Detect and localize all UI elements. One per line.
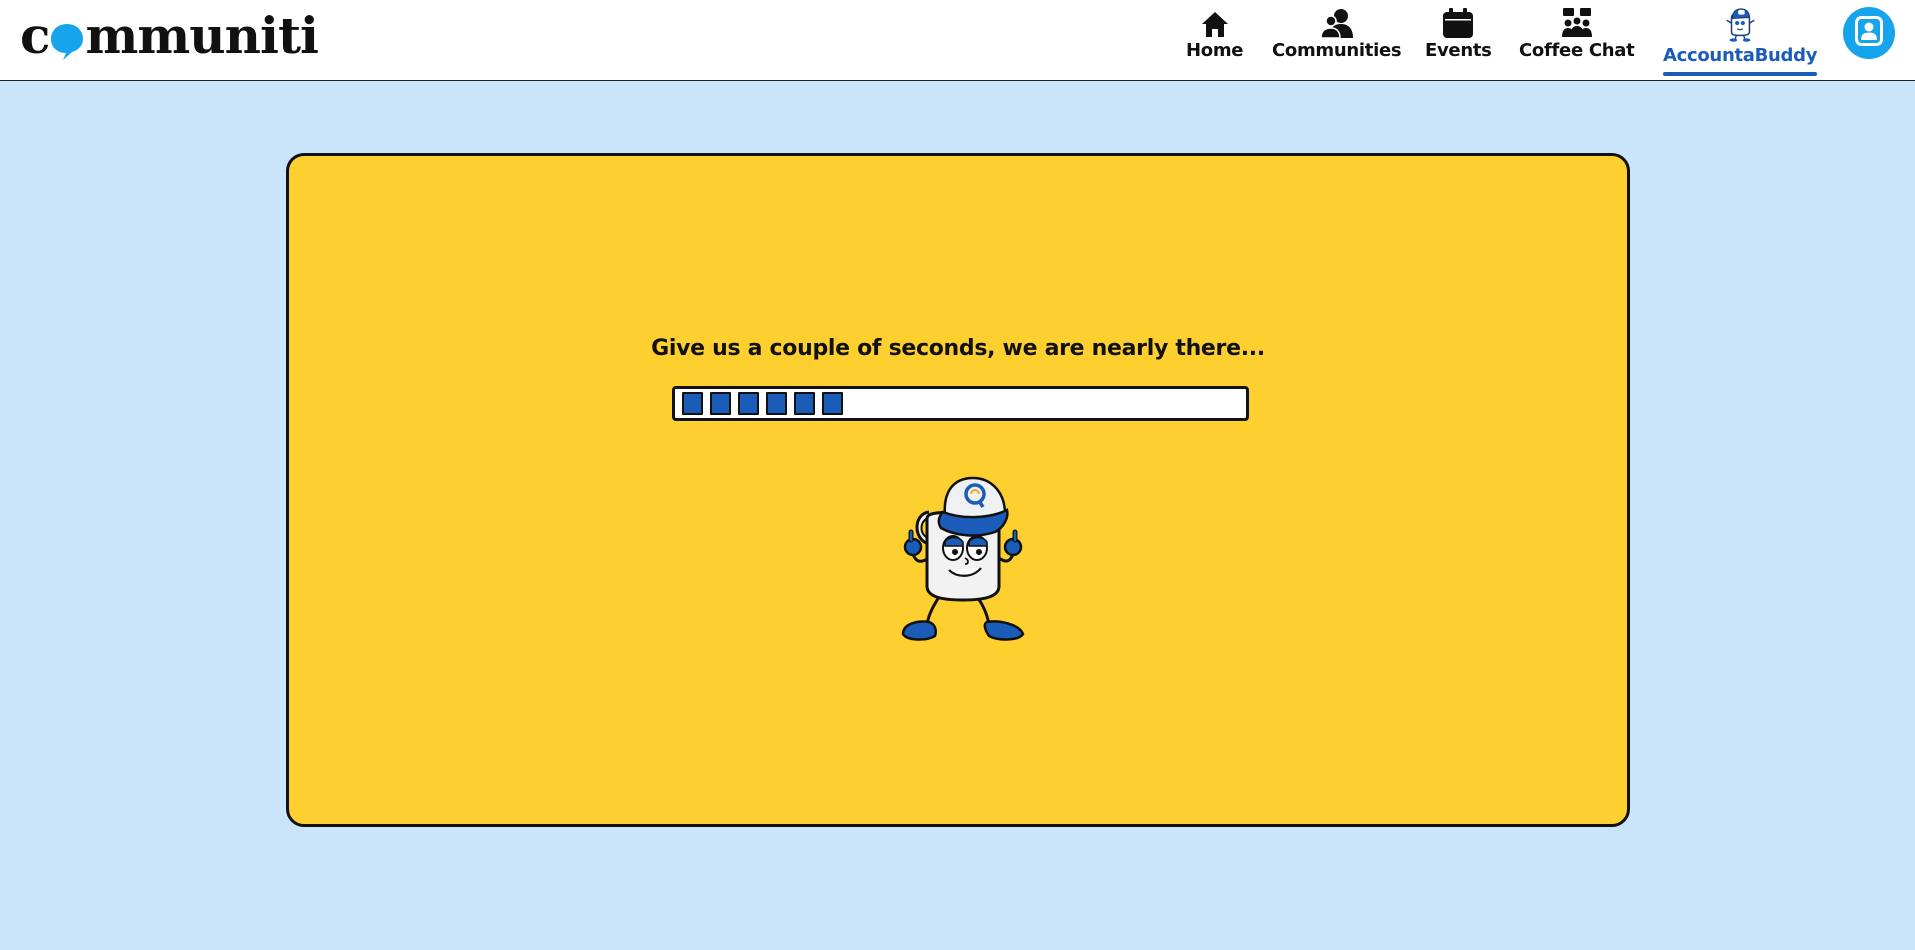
progress-segment [738, 392, 759, 415]
progress-segment [710, 392, 731, 415]
user-profile-button[interactable] [1843, 7, 1895, 59]
accountabuddy-mascot-icon [1723, 6, 1757, 43]
nav-accountabuddy-label: AccountaBuddy [1663, 45, 1818, 66]
nav-events-label: Events [1425, 40, 1492, 61]
logo-text-start: c [20, 6, 50, 65]
coffee-chat-icon [1560, 6, 1594, 38]
progress-segment [794, 392, 815, 415]
accountabuddy-mascot-illustration [883, 474, 1043, 646]
logo-text-end: mmuniti [85, 6, 319, 65]
home-icon [1198, 6, 1232, 38]
nav-coffee-chat[interactable]: Coffee Chat [1519, 6, 1635, 61]
communities-icon [1320, 6, 1354, 38]
communiti-logo[interactable]: c mmuniti [20, 4, 319, 68]
top-navigation-bar: cmmuniti Home Communities Events Coffee [0, 0, 1915, 81]
nav-accountabuddy[interactable]: AccountaBuddy [1663, 6, 1818, 76]
loading-message: Give us a couple of seconds, we are near… [651, 336, 1265, 361]
nav-communities[interactable]: Communities [1272, 6, 1402, 61]
loading-progress-bar [672, 386, 1249, 421]
nav-home-label: Home [1186, 40, 1244, 61]
nav-events[interactable]: Events [1425, 6, 1492, 61]
progress-segment [682, 392, 703, 415]
user-profile-icon [1855, 16, 1883, 50]
nav-home[interactable]: Home [1186, 6, 1244, 61]
progress-segment [822, 392, 843, 415]
speech-bubble-icon [50, 20, 84, 60]
calendar-icon [1441, 6, 1475, 38]
progress-segment [766, 392, 787, 415]
nav-coffee-chat-label: Coffee Chat [1519, 40, 1635, 61]
loading-card: Give us a couple of seconds, we are near… [286, 153, 1630, 827]
nav-communities-label: Communities [1272, 40, 1402, 61]
